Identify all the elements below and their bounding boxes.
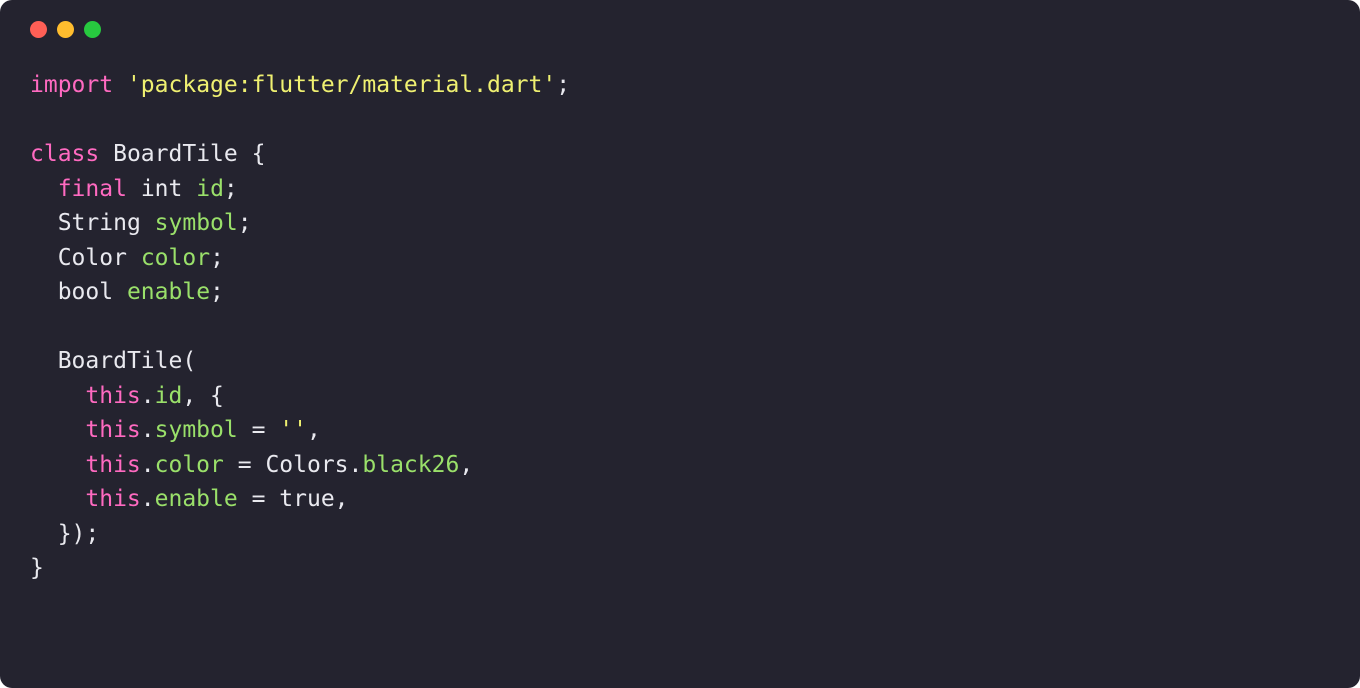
- token-punc: .: [141, 383, 155, 409]
- code-line: String symbol;: [30, 206, 1330, 241]
- token-punc: }: [30, 555, 44, 581]
- code-line: BoardTile(: [30, 344, 1330, 379]
- code-line: }: [30, 551, 1330, 586]
- token-punc: ;: [238, 210, 252, 236]
- token-punc: ;: [210, 245, 224, 271]
- token-punc: [30, 245, 58, 271]
- token-punc: {: [238, 141, 266, 167]
- token-punc: [127, 176, 141, 202]
- minimize-icon[interactable]: [57, 21, 74, 38]
- token-punc: =: [224, 452, 266, 478]
- token-punc: ;: [224, 176, 238, 202]
- token-punc: [30, 486, 85, 512]
- token-punc: [182, 176, 196, 202]
- token-type: Color: [58, 245, 127, 271]
- token-punc: , {: [182, 383, 224, 409]
- token-key: this: [85, 486, 140, 512]
- token-punc: =: [238, 417, 280, 443]
- token-punc: =: [238, 486, 280, 512]
- token-punc: .: [141, 486, 155, 512]
- code-line: this.symbol = '',: [30, 413, 1330, 448]
- token-str: '': [279, 417, 307, 443]
- token-key: class: [30, 141, 99, 167]
- token-type: BoardTile: [113, 141, 238, 167]
- token-key: this: [85, 383, 140, 409]
- token-type: bool: [58, 279, 113, 305]
- token-type: true: [279, 486, 334, 512]
- token-name: color: [155, 452, 224, 478]
- window-titlebar: [0, 0, 1360, 38]
- token-type: String: [58, 210, 141, 236]
- code-line: this.enable = true,: [30, 482, 1330, 517]
- code-block: import 'package:flutter/material.dart'; …: [0, 38, 1360, 586]
- token-punc: .: [349, 452, 363, 478]
- token-punc: [30, 417, 85, 443]
- code-line: });: [30, 517, 1330, 552]
- token-punc: [113, 72, 127, 98]
- token-name: id: [196, 176, 224, 202]
- zoom-icon[interactable]: [84, 21, 101, 38]
- token-punc: .: [141, 452, 155, 478]
- code-line: [30, 310, 1330, 345]
- token-type: int: [141, 176, 183, 202]
- token-punc: ;: [556, 72, 570, 98]
- code-line: this.id, {: [30, 379, 1330, 414]
- token-name: enable: [155, 486, 238, 512]
- code-line: class BoardTile {: [30, 137, 1330, 172]
- code-line: Color color;: [30, 241, 1330, 276]
- token-key: this: [85, 452, 140, 478]
- token-punc: ,: [307, 417, 321, 443]
- token-punc: [30, 452, 85, 478]
- close-icon[interactable]: [30, 21, 47, 38]
- token-punc: ;: [210, 279, 224, 305]
- token-type: BoardTile: [58, 348, 183, 374]
- token-name: enable: [127, 279, 210, 305]
- token-type: Colors: [265, 452, 348, 478]
- token-punc: (: [182, 348, 196, 374]
- token-punc: [30, 176, 58, 202]
- code-line: bool enable;: [30, 275, 1330, 310]
- token-name: id: [155, 383, 183, 409]
- token-punc: [99, 141, 113, 167]
- token-punc: [30, 383, 85, 409]
- token-punc: [30, 210, 58, 236]
- editor-window: import 'package:flutter/material.dart'; …: [0, 0, 1360, 688]
- token-name: color: [141, 245, 210, 271]
- token-name: symbol: [155, 417, 238, 443]
- token-key: final: [58, 176, 127, 202]
- token-key: this: [85, 417, 140, 443]
- token-punc: [30, 348, 58, 374]
- token-punc: [30, 279, 58, 305]
- token-punc: [127, 245, 141, 271]
- token-punc: [113, 279, 127, 305]
- code-line: [30, 103, 1330, 138]
- token-punc: ,: [335, 486, 349, 512]
- token-str: 'package:flutter/material.dart': [127, 72, 556, 98]
- token-punc: });: [30, 521, 99, 547]
- token-name: symbol: [155, 210, 238, 236]
- token-name: black26: [362, 452, 459, 478]
- token-punc: ,: [459, 452, 473, 478]
- token-punc: .: [141, 417, 155, 443]
- code-line: this.color = Colors.black26,: [30, 448, 1330, 483]
- code-line: import 'package:flutter/material.dart';: [30, 68, 1330, 103]
- token-punc: [141, 210, 155, 236]
- code-line: final int id;: [30, 172, 1330, 207]
- token-key: import: [30, 72, 113, 98]
